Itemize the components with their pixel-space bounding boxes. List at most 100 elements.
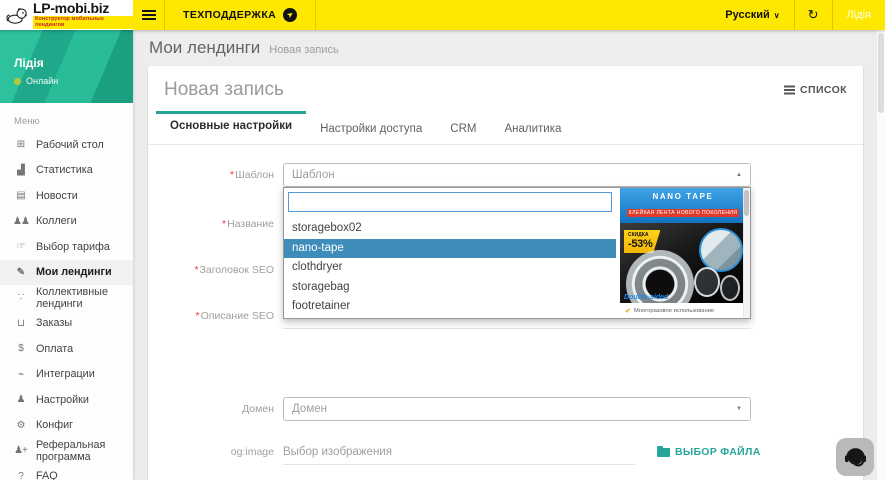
template-preview: NANO TAPE КЛЕЙКАЯ ЛЕНТА НОВОГО ПОКОЛЕНИЯ… (620, 188, 746, 318)
tech-support-label: ТЕХПОДДЕРЖКА (183, 9, 276, 21)
sidebar-item-config[interactable]: ⚙ Конфиг (0, 413, 133, 439)
sidebar-item-referral[interactable]: ♟+ Реферальная программа (0, 438, 133, 464)
chevron-up-icon: ▲ (736, 172, 742, 178)
hand-pointer-icon: ☞ (13, 241, 28, 252)
option-storagebox02[interactable]: storagebox02 (284, 219, 616, 239)
sidebar-item-colleagues[interactable]: ♟♟ Коллеги (0, 209, 133, 235)
sidebar-user-name: Лідія (14, 56, 133, 70)
tech-support-button[interactable]: ТЕХПОДДЕРЖКА ➤ (165, 0, 316, 30)
preview-product-image: СКИДКА -53% Double-sided (620, 223, 746, 303)
language-selector[interactable]: Русский ∨ (711, 0, 793, 30)
tab-main-settings[interactable]: Основные настройки (156, 111, 306, 144)
og-image-input[interactable] (283, 439, 635, 465)
share-icon: ∵ (13, 292, 28, 303)
topbar-spacer (316, 0, 711, 30)
sidebar-nav: ⊞ Рабочий стол ▟ Статистика ▤ Новости ♟♟… (0, 132, 133, 480)
dog-logo-icon (5, 6, 29, 25)
user-icon: ♟ (13, 394, 28, 405)
logo-title: LP-mobi.biz (33, 1, 133, 15)
dropdown-options: storagebox02 nano-tape clothdryer storag… (284, 219, 616, 319)
og-image-row: og:image ВЫБОР ФАЙЛА (148, 439, 863, 465)
sidebar-item-statistics[interactable]: ▟ Статистика (0, 158, 133, 184)
scrollbar-thumb[interactable] (878, 33, 884, 113)
support-chat-button[interactable] (836, 438, 874, 476)
topbar-username[interactable]: Лідія (833, 0, 885, 30)
dropdown-search-input[interactable] (288, 192, 612, 212)
chevron-down-icon: ▼ (736, 406, 742, 412)
record-card: Новая запись СПИСОК Основные настройки Н… (148, 66, 863, 480)
tab-analytics[interactable]: Аналитика (490, 111, 575, 144)
seo-title-label: *Заголовок SEO (148, 264, 274, 276)
preview-subtitle: КЛЕЙКАЯ ЛЕНТА НОВОГО ПОКОЛЕНИЯ (627, 209, 740, 217)
pencil-icon: ✎ (13, 267, 28, 278)
record-form: *Шаблон Шаблон ▲ storagebox02 nano-tape … (148, 145, 863, 465)
sidebar-item-payment[interactable]: $ Оплата (0, 336, 133, 362)
option-springclothes[interactable]: springclothes (284, 317, 616, 319)
preview-feature-row: ✔ Многоразовое использование (620, 303, 746, 318)
option-clothdryer[interactable]: clothdryer (284, 258, 616, 278)
list-icon (784, 89, 795, 91)
hamburger-icon (142, 14, 156, 16)
og-image-label: og:image (148, 446, 274, 458)
option-storagebag[interactable]: storagebag (284, 278, 616, 298)
language-label: Русский (725, 9, 769, 21)
sidebar-item-my-landings[interactable]: ✎ Мои лендинги (0, 260, 133, 286)
sidebar-item-integrations[interactable]: ⌁ Интеграции (0, 362, 133, 388)
menu-section-label: Меню (0, 103, 133, 132)
domain-select[interactable]: Домен ▼ (283, 397, 751, 421)
desktop-icon: ⊞ (13, 139, 28, 150)
sidebar-item-news[interactable]: ▤ Новости (0, 183, 133, 209)
card-title: Новая запись (164, 79, 284, 101)
online-status-dot (14, 78, 21, 85)
dropdown-scrollbar[interactable] (743, 188, 750, 318)
sidebar-item-collective-landings[interactable]: ∵ Коллективные лендинги (0, 285, 133, 311)
tabs-bar: Основные настройки Настройки доступа CRM… (148, 111, 863, 145)
template-row: *Шаблон Шаблон ▲ storagebox02 nano-tape … (148, 163, 863, 187)
choose-file-button[interactable]: ВЫБОР ФАЙЛА (657, 446, 761, 458)
preview-header: NANO TAPE КЛЕЙКАЯ ЛЕНТА НОВОГО ПОКОЛЕНИЯ (620, 188, 746, 223)
breadcrumb: Мои лендинги Новая запись (133, 30, 885, 65)
app-logo[interactable]: LP-mobi.biz Конструктор мобильных лендин… (0, 0, 133, 30)
option-nano-tape[interactable]: nano-tape (284, 239, 616, 259)
topbar: LP-mobi.biz Конструктор мобильных лендин… (0, 0, 885, 30)
breadcrumb-current: Новая запись (269, 44, 338, 56)
users-icon: ♟♟ (13, 216, 28, 227)
domain-label: Домен (148, 403, 274, 415)
template-dropdown: storagebox02 nano-tape clothdryer storag… (283, 187, 751, 319)
template-select[interactable]: Шаблон ▲ (283, 163, 751, 187)
refresh-button[interactable]: ↻ (794, 0, 833, 30)
cart-icon: ⊔ (13, 318, 28, 329)
domain-row: Домен Домен ▼ (148, 397, 863, 421)
sidebar-item-tariff[interactable]: ☞ Выбор тарифа (0, 234, 133, 260)
sidebar: Лідія Онлайн Меню ⊞ Рабочий стол ▟ Стати… (0, 30, 133, 480)
online-status-label: Онлайн (26, 76, 58, 86)
logo-subtitle: Конструктор мобильных лендингов (33, 16, 133, 29)
main-content: Мои лендинги Новая запись Новая запись С… (133, 30, 885, 480)
stats-icon: ▟ (13, 165, 28, 176)
headset-icon (842, 444, 869, 471)
preview-title: NANO TAPE (622, 192, 744, 201)
preview-caption: Double-sided (624, 294, 668, 301)
chevron-down-icon: ∨ (774, 11, 780, 20)
tab-crm[interactable]: CRM (436, 111, 490, 144)
question-icon: ? (13, 471, 28, 480)
sidebar-item-dashboard[interactable]: ⊞ Рабочий стол (0, 132, 133, 158)
hamburger-menu-button[interactable] (133, 0, 165, 30)
seo-description-label: *Описание SEO (148, 310, 274, 322)
list-button[interactable]: СПИСОК (784, 84, 847, 96)
sidebar-item-settings[interactable]: ♟ Настройки (0, 387, 133, 413)
option-footretainer[interactable]: footretainer (284, 297, 616, 317)
user-plus-icon: ♟+ (13, 445, 28, 456)
tab-access-settings[interactable]: Настройки доступа (306, 111, 436, 144)
page-title: Мои лендинги (149, 38, 260, 58)
sidebar-user-panel: Лідія Онлайн (0, 30, 133, 103)
telegram-icon: ➤ (283, 8, 297, 22)
folder-icon (657, 448, 670, 457)
sidebar-item-orders[interactable]: ⊔ Заказы (0, 311, 133, 337)
template-label: *Шаблон (148, 169, 274, 181)
refresh-icon: ↻ (808, 7, 819, 23)
name-label: *Название (148, 218, 274, 230)
gears-icon: ⚙ (13, 420, 28, 431)
page-scrollbar[interactable] (876, 30, 885, 480)
sidebar-item-faq[interactable]: ? FAQ (0, 464, 133, 480)
